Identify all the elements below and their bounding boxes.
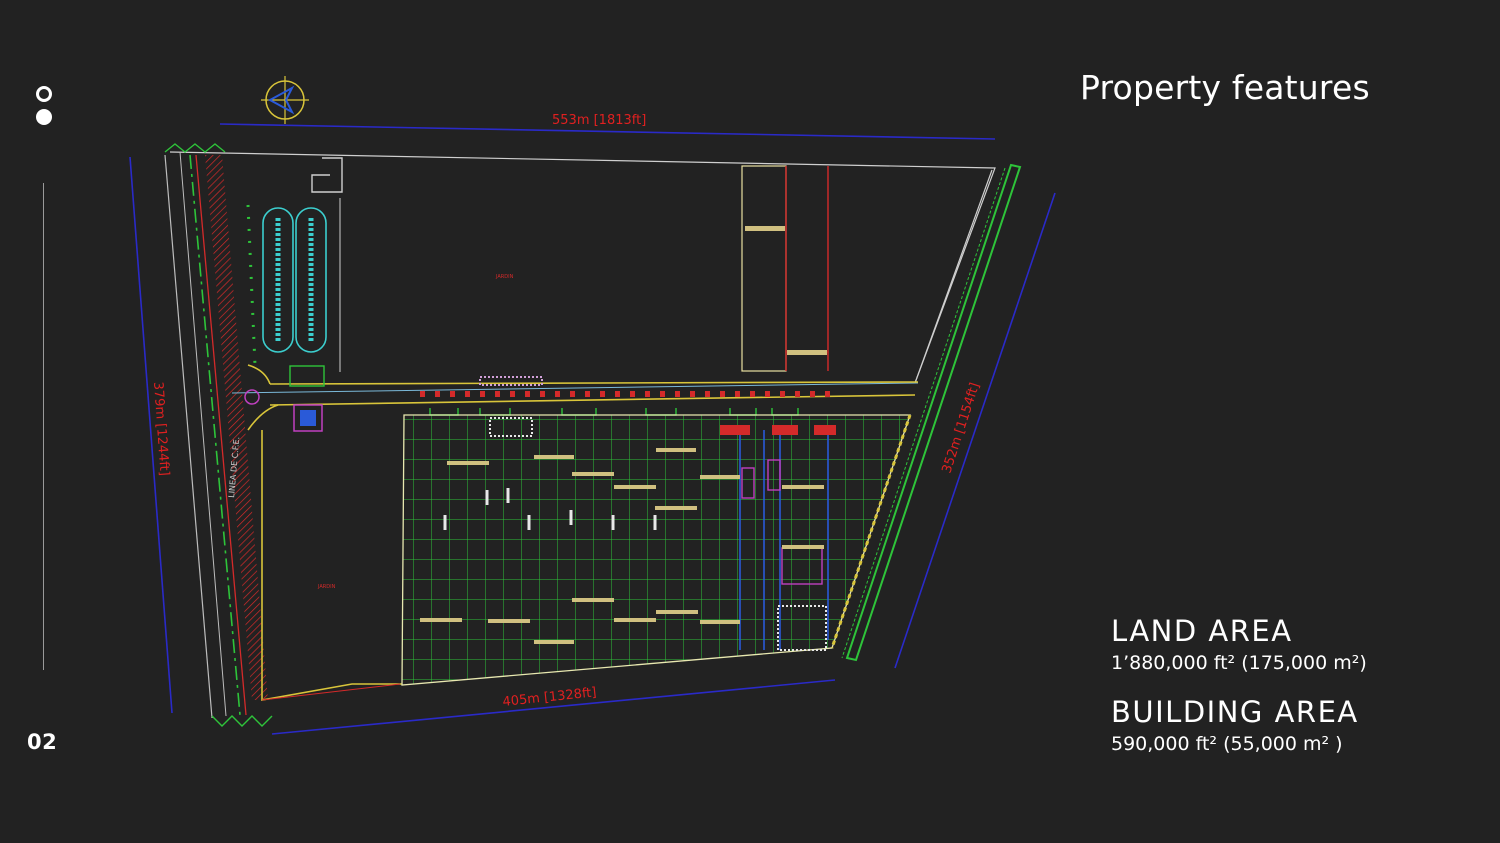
site-plan-drawing: LINEA DE C.F.E. JARDIN JARDIN 553m [1813… [129,76,1056,735]
logo-dot-icon [36,109,52,125]
land-area-value: 1’880,000 ft² (175,000 m²) [1111,652,1367,674]
west-road-strip: LINEA DE C.F.E. [164,143,273,727]
land-area-label: LAND AREA [1111,614,1293,648]
parking-lot-north [246,157,343,372]
svg-text:JARDIN: JARDIN [317,584,336,590]
building-area-label: BUILDING AREA [1111,695,1359,729]
page-title: Property features [1080,68,1370,107]
page-number: 02 [27,730,58,754]
building-footprint [401,414,912,686]
side-divider [43,183,44,670]
building-area-value: 590,000 ft² (55,000 m² ) [1111,733,1343,755]
north-buildings: JARDIN [495,165,829,372]
south-west-lot: JARDIN [261,430,402,701]
north-arrow-icon [261,76,309,124]
dimension-bottom: 405m [1328ft] [502,685,597,710]
east-rail-strip [841,163,1022,662]
dimension-top: 553m [1813ft] [552,113,646,128]
logo-ring-icon [36,86,52,102]
svg-text:JARDIN: JARDIN [495,274,514,280]
